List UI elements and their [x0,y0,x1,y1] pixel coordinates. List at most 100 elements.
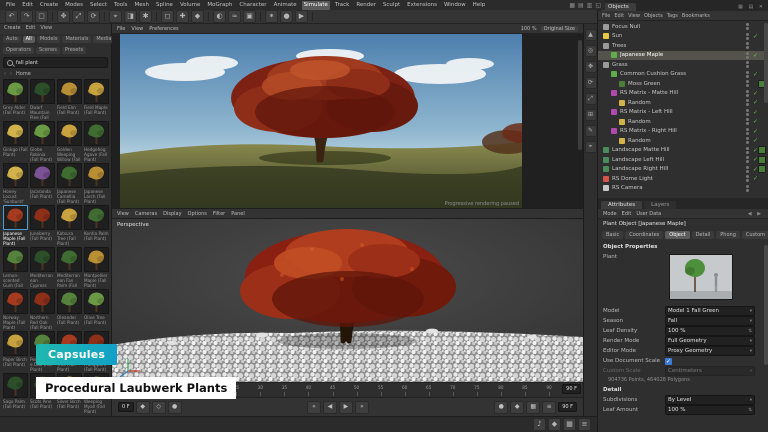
material-swatch-icon[interactable] [758,156,766,164]
asset-menu-create[interactable]: Create [4,25,21,33]
goto-end-icon[interactable]: » [355,401,369,414]
tab-attributes[interactable]: Attributes [601,201,642,209]
menu-modes[interactable]: Modes [63,1,85,10]
asset-item-japanese-camellia-fall-plant[interactable]: Japanese Camellia (Fall Plant) [57,163,82,204]
visibility-dots-icon[interactable] [746,90,749,97]
play-icon[interactable]: ▶ [295,10,308,23]
attributes-scrollbar[interactable] [764,245,768,365]
asset-item-olive-tree-fall-plant[interactable]: Olive Tree (Fall Plant) [84,289,109,330]
objects-menu-bookmarks[interactable]: Bookmarks [682,13,710,19]
light-icon[interactable]: ✶ [265,10,278,23]
move-icon[interactable]: ✥ [57,10,70,23]
previous-frame-icon[interactable]: ◀ [323,401,337,414]
zoom-mode-dropdown[interactable]: Original Size [541,26,578,32]
timeline-options-icon[interactable]: ▦ [526,401,540,414]
cube-primitive-icon[interactable]: ◻ [161,10,174,23]
redo-icon[interactable]: ↷ [20,10,33,23]
objects-menu-file[interactable]: File [602,13,610,19]
asset-tab-scenes[interactable]: Scenes [36,47,60,54]
viewport-3d[interactable]: Perspective [112,219,583,382]
asset-item-honey-locust-sunburst-fall-plant[interactable]: Honey Locust 'Sunburst' (Fall Plant) [3,163,28,204]
asset-item-globe-robinia-fall-plant[interactable]: Globe Robinia (Fall Plant) [30,121,55,162]
menu-character[interactable]: Character [237,1,268,10]
render-settings-icon[interactable]: ✱ [139,10,152,23]
object-row-common-cushion-grass[interactable]: Common Cushion Grass ✓ [598,70,768,80]
menu-simulate[interactable]: Simulate [302,1,330,10]
menu-icon[interactable]: ≡ [542,401,556,414]
menu-lines-icon[interactable]: ≡ [578,418,591,431]
asset-item-katsura-tree-fall-plant[interactable]: Katsura Tree (Fall Plant) [57,205,82,246]
object-row-japanese-maple[interactable]: Japanese Maple ✓ [598,51,768,61]
pv-menu-preferences[interactable]: Preferences [149,26,178,32]
menu-spline[interactable]: Spline [154,1,175,10]
vp-menu-cameras[interactable]: Cameras [135,211,157,217]
camera-icon[interactable]: ▣ [243,10,256,23]
goto-start-icon[interactable]: « [307,401,321,414]
menu-sculpt[interactable]: Sculpt [381,1,402,10]
menu-edit[interactable]: Edit [20,1,35,10]
asset-item-japanese-maple-fall-plant[interactable]: Japanese Maple (Fall Plant) [3,205,28,246]
asset-item-ginkgo-fall-plant[interactable]: Ginkgo (Fall Plant) [3,121,28,162]
enabled-check-icon[interactable]: ✓ [753,52,758,59]
menu-mograph[interactable]: MoGraph [205,1,234,10]
scale-tool-icon[interactable]: ⤢ [585,93,597,105]
object-row-rs-matrix-right-hill[interactable]: RS Matrix - Right Hill ✓ [598,127,768,137]
menu-create[interactable]: Create [38,1,60,10]
vp-menu-panel[interactable]: Panel [231,211,245,217]
asset-item-golden-weeping-willow-fall-plant[interactable]: Golden Weeping Willow (Fall Plant) [57,121,82,162]
asset-tab-models[interactable]: Models [37,36,61,43]
history-arrows-icon[interactable]: ◀ ▶ [748,211,763,217]
breadcrumb[interactable]: Home [16,71,31,77]
undo-icon[interactable]: ↶ [5,10,18,23]
move-tool-icon[interactable]: ✥ [585,61,597,73]
asset-tab-all[interactable]: All [23,36,35,43]
mode-user-data[interactable]: User Data [636,211,661,217]
tab-layers[interactable]: Layers [644,201,676,209]
object-row-rs-matrix-matte-hill[interactable]: RS Matrix - Matte Hill ✓ [598,89,768,99]
asset-item-field-elm-fall-plant[interactable]: Field Elm (Fall Plant) [57,79,82,120]
end-frame-field[interactable]: 90 F [558,402,577,412]
object-row-rs-camera[interactable]: RS Camera [598,184,768,194]
layout-split-icon[interactable]: ▤ [578,2,584,9]
object-row-grass[interactable]: Grass [598,60,768,70]
asset-item-mediterranean-fan-palm-fall-plant[interactable]: Mediterranean Fan Palm (Fall Plant) [57,247,82,288]
render-view-icon[interactable]: ◨ [124,10,137,23]
visibility-dots-icon[interactable] [746,166,749,173]
object-row-landscape-matte-hill[interactable]: Landscape Matte Hill ✓ [598,146,768,156]
enabled-check-icon[interactable]: ✓ [753,137,758,144]
enabled-check-icon[interactable]: ✓ [753,33,758,40]
visibility-dots-icon[interactable] [746,185,749,192]
menu-select[interactable]: Select [88,1,109,10]
visibility-dots-icon[interactable] [746,128,749,135]
interface-icon[interactable]: ◱ [595,2,601,9]
season-dropdown[interactable]: Fall ▾ [665,316,755,326]
visibility-dots-icon[interactable] [746,23,749,30]
visibility-dots-icon[interactable] [746,52,749,59]
options-grid-icon[interactable]: ▦ [563,418,576,431]
asset-item-sago-palm-fall-plant[interactable]: Sago Palm (Fall Plant) [3,373,28,414]
layout-grid-icon[interactable]: ▦ [569,2,575,9]
simulate-icon[interactable]: ≈ [228,10,241,23]
viewport-label[interactable]: Perspective [117,222,149,228]
start-frame-field[interactable]: 0 F [118,402,134,412]
menu-file[interactable]: File [4,1,17,10]
menu-animate[interactable]: Animate [272,1,299,10]
object-row-trees[interactable]: Trees [598,41,768,51]
material-swatch-icon[interactable] [758,146,766,154]
leaf-density-field[interactable]: 100 % ⇅ [665,326,755,336]
objtab-coordinates[interactable]: Coordinates [625,231,663,239]
asset-item-montpellier-maple-fall-plant[interactable]: Montpellier Maple (Fall Plant) [84,247,109,288]
objects-menu-objects[interactable]: Objects [644,13,663,19]
object-row-sun[interactable]: Sun ✓ [598,32,768,42]
objects-menu-view[interactable]: View [628,13,640,19]
mode-edit[interactable]: Edit [622,211,632,217]
object-row-moss-green[interactable]: Moss Green [598,79,768,89]
enabled-check-icon[interactable]: ✓ [753,71,758,78]
objtab-object[interactable]: Object [665,231,689,239]
rotate-icon[interactable]: ⟳ [87,10,100,23]
vp-menu-options[interactable]: Options [188,211,207,217]
objects-tab-icons[interactable]: ▦ ▤ ✕ [738,4,765,11]
enabled-check-icon[interactable]: ✓ [753,128,758,135]
enabled-check-icon[interactable]: ✓ [753,90,758,97]
enabled-check-icon[interactable]: ✓ [753,109,758,116]
